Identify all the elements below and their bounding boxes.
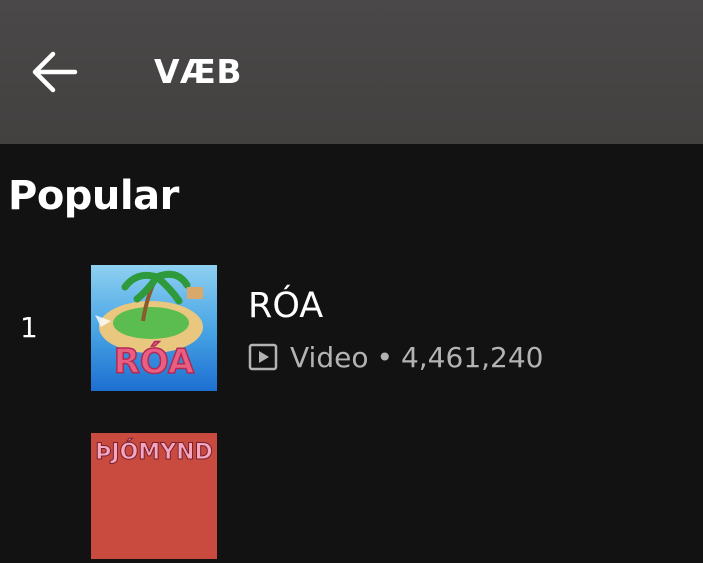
track-cover-art: ÞJÓMYND <box>91 433 217 559</box>
track-title: RÓA <box>248 286 324 326</box>
track-play-count: 4,461,240 <box>400 340 544 374</box>
cover-art-text: ÞJÓMYND <box>95 439 213 465</box>
artist-title: VÆB <box>154 52 242 91</box>
back-button[interactable] <box>22 40 86 104</box>
meta-separator: • <box>376 340 393 374</box>
arrow-left-icon <box>32 51 78 93</box>
section-title-popular: Popular <box>8 173 179 219</box>
cover-art-text: RÓA <box>114 341 195 382</box>
track-cover-art: RÓA <box>91 265 217 391</box>
top-bar: VÆB <box>0 0 703 144</box>
track-row[interactable]: 1 RÓA RÓA Video • 4,461,240 <box>0 255 703 395</box>
track-row[interactable]: ÞJÓMYND <box>0 423 703 563</box>
video-play-icon <box>248 342 278 372</box>
track-meta: Video • 4,461,240 <box>248 339 543 375</box>
track-rank: 1 <box>20 311 38 344</box>
track-type: Video <box>290 340 369 374</box>
